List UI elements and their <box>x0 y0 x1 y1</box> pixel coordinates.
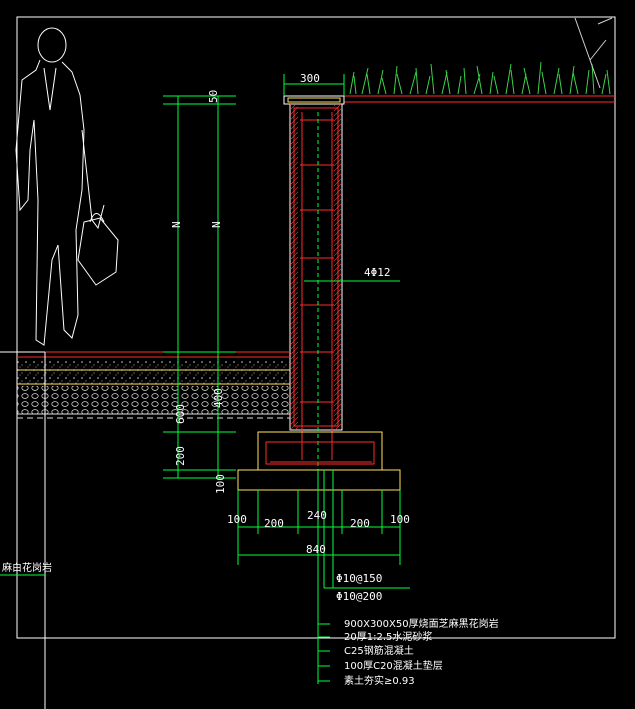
cap-stone <box>283 95 345 105</box>
note-1: 900X300X50厚烧面芝麻黑花岗岩 <box>344 617 499 630</box>
note-2: 20厚1:2.5水泥砂浆 <box>344 630 432 643</box>
dim-wall-inner: N <box>210 221 223 228</box>
dim-lower: 400 <box>212 388 225 408</box>
bottom-dim-5: 100 <box>390 513 410 526</box>
note-5: 素土夯实≥0.93 <box>344 674 415 687</box>
left-material-label: 麻白花岗岩 <box>2 561 52 574</box>
stirrup-label-1: Φ10@150 <box>336 572 382 585</box>
note-4: 100厚C20混凝土垫层 <box>344 659 443 672</box>
bottom-dim-3: 240 <box>307 509 327 522</box>
cad-drawing: 300 50 N N 600 400 200 100 4Φ12 100 200 … <box>0 16 616 709</box>
bottom-dim-2: 200 <box>264 517 284 530</box>
bottom-total: 840 <box>306 543 326 556</box>
bottom-dim-4: 200 <box>350 517 370 530</box>
left-paving <box>17 351 290 419</box>
dim-pad: 100 <box>214 474 227 494</box>
dim-cap: 50 <box>207 90 220 103</box>
rebar-main-label: 4Φ12 <box>364 266 391 279</box>
person-figure <box>15 27 119 346</box>
dim-footing: 200 <box>174 446 187 466</box>
tree-outline <box>574 17 613 89</box>
rebar-stirrups <box>300 112 334 460</box>
concrete-pad <box>237 469 401 491</box>
cap-mortar <box>287 97 341 103</box>
bottom-dim-1: 100 <box>227 513 247 526</box>
grass <box>349 61 611 95</box>
stirrup-label-2: Φ10@200 <box>336 590 382 603</box>
dimension-lines-horizontal <box>237 74 401 565</box>
footing <box>257 431 383 471</box>
dim-top-width: 300 <box>300 72 320 85</box>
dim-base-total: 600 <box>174 404 187 424</box>
note-3: C25钢筋混凝土 <box>344 644 414 657</box>
dim-wall-left: N <box>170 221 183 228</box>
retaining-wall <box>289 103 343 431</box>
